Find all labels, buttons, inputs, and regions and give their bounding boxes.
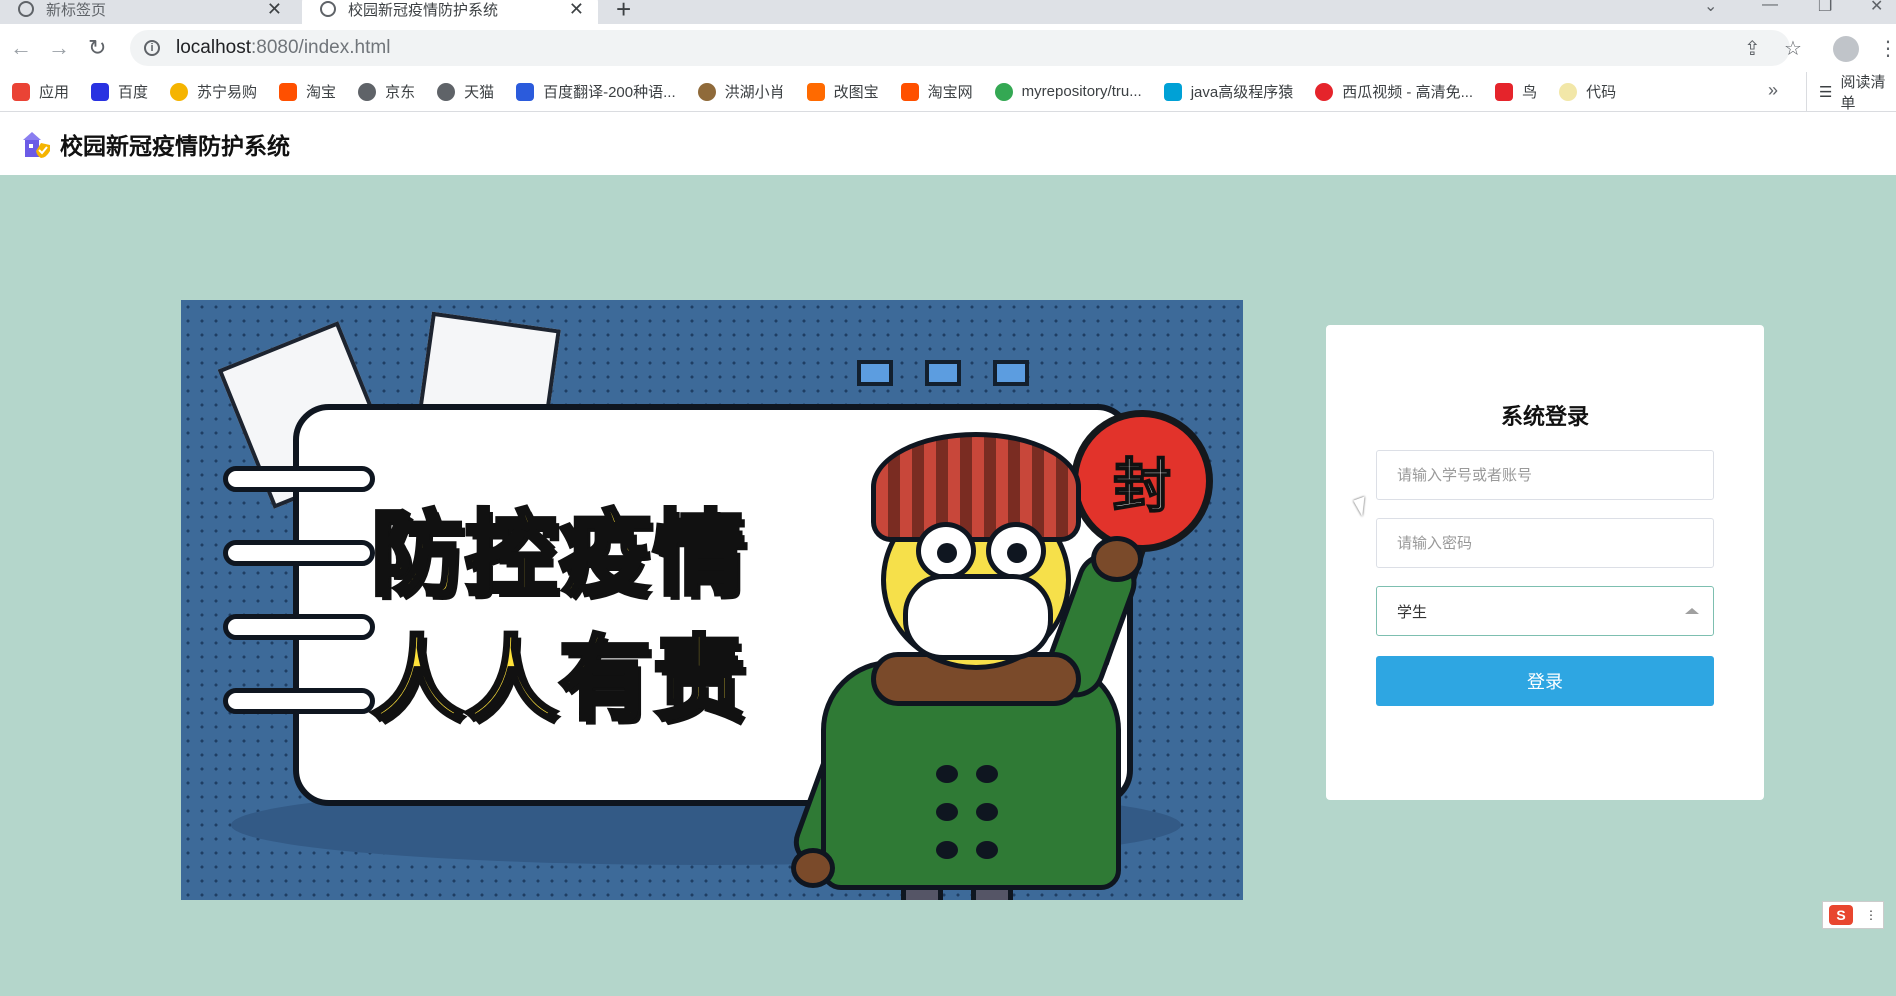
share-icon[interactable]: ⇪	[1744, 36, 1761, 61]
close-icon[interactable]: ✕	[267, 0, 282, 20]
app-title: 校园新冠疫情防护系统	[60, 132, 290, 159]
bookmark-item[interactable]: 京东	[358, 81, 415, 102]
window-square	[993, 360, 1029, 386]
person-leg	[971, 885, 1013, 900]
tab-search-chevron-icon[interactable]: ⌄	[1704, 0, 1717, 16]
bookmark-item[interactable]: myrepository/tru...	[994, 82, 1142, 101]
address-bar[interactable]: i localhost:8080/index.html	[130, 30, 1790, 66]
maximize-icon[interactable]: ❐	[1818, 0, 1832, 16]
url-path: :8080/index.html	[251, 37, 391, 58]
bookmark-item[interactable]: 鸟	[1495, 81, 1537, 102]
username-input[interactable]	[1376, 450, 1714, 500]
bookmark-item[interactable]: 淘宝网	[900, 81, 973, 102]
suning-icon	[170, 82, 189, 101]
bookmark-item[interactable]: 百度翻译-200种语...	[516, 81, 676, 102]
window-close-icon[interactable]: ✕	[1870, 0, 1883, 16]
role-select[interactable]: 学生	[1376, 586, 1714, 636]
browser-tab-strip: 新标签页 ✕ 校园新冠疫情防护系统 ✕ + ⌄ — ❐ ✕	[0, 0, 1896, 24]
bookmark-item[interactable]: 苏宁易购	[170, 81, 257, 102]
bookmarks-more-button[interactable]: »	[1768, 80, 1778, 101]
xigua-icon	[1315, 82, 1334, 101]
bookmark-item[interactable]: 代码	[1559, 81, 1616, 102]
bookmark-item[interactable]: 改图宝	[806, 81, 879, 102]
bookmarks-bar: 应用 百度 苏宁易购 淘宝 京东 天猫 百度翻译-200种语... 洪湖小肖 改…	[0, 72, 1896, 112]
login-title: 系统登录	[1500, 404, 1589, 429]
bookmark-item[interactable]: 洪湖小肖	[697, 81, 785, 102]
reading-list-icon: ☰	[1819, 84, 1833, 101]
caret-up-icon	[1685, 608, 1699, 614]
globe-icon	[320, 1, 336, 17]
minimize-icon[interactable]: —	[1762, 0, 1778, 14]
person-hand	[791, 848, 835, 888]
ime-toolbar[interactable]: S ⋮	[1822, 901, 1884, 929]
coat-button	[976, 765, 998, 783]
bookmark-item[interactable]: java高级程序猿	[1163, 81, 1293, 102]
bookmark-item[interactable]: 西瓜视频 - 高清免...	[1315, 81, 1473, 102]
coat-button	[936, 765, 958, 783]
forward-arrow-icon[interactable]: →	[48, 35, 70, 61]
chrome-icon	[18, 1, 34, 17]
back-arrow-icon[interactable]: ←	[10, 35, 32, 61]
app-header: 校园新冠疫情防护系统	[0, 112, 1896, 175]
coat-button	[976, 841, 998, 859]
bird-icon	[697, 82, 716, 101]
translate-icon	[516, 82, 535, 101]
taobao-icon	[900, 82, 919, 101]
profile-avatar[interactable]	[1833, 36, 1859, 62]
person-hand	[1091, 536, 1143, 582]
binder-ring	[223, 540, 375, 566]
epidemic-banner-illustration: 防控疫情 人人有责 封	[181, 300, 1243, 900]
new-tab-plus-icon[interactable]: +	[616, 0, 631, 25]
binder-ring	[223, 688, 375, 714]
bookmark-item[interactable]: 淘宝	[279, 81, 336, 102]
baidu-icon	[91, 82, 110, 101]
ime-menu-icon[interactable]: ⋮	[1865, 908, 1877, 922]
coat-button	[936, 803, 958, 821]
password-input[interactable]	[1376, 518, 1714, 568]
bookmark-item[interactable]: 天猫	[437, 81, 494, 102]
menu-kebab-icon[interactable]: ⋮	[1878, 36, 1896, 61]
browser-toolbar: ← → ↻ i localhost:8080/index.html ⇪ ☆ ⋮	[0, 24, 1896, 72]
person-hat	[871, 432, 1081, 542]
coat-button	[936, 841, 958, 859]
lockdown-sign: 封	[1071, 410, 1213, 552]
shield-house-logo-icon	[22, 129, 52, 159]
reload-icon[interactable]: ↻	[88, 35, 106, 61]
binder-ring	[223, 466, 375, 492]
bird-icon	[1495, 82, 1514, 101]
binder-ring	[223, 614, 375, 640]
login-card: 系统登录 学生 登录	[1326, 325, 1764, 800]
star-icon[interactable]: ☆	[1784, 36, 1802, 61]
bilibili-icon	[1163, 82, 1182, 101]
code-icon	[1559, 82, 1578, 101]
person-eye	[916, 522, 976, 580]
coat-button	[976, 803, 998, 821]
window-square	[857, 360, 893, 386]
apps-grid-icon	[12, 82, 30, 101]
sogou-ime-icon: S	[1829, 905, 1853, 925]
close-icon[interactable]: ✕	[569, 0, 584, 20]
person-leg	[901, 885, 943, 900]
globe-icon	[358, 82, 377, 101]
taobao-icon	[279, 82, 298, 101]
slogan-line-1: 防控疫情	[369, 499, 748, 610]
tab-label: 校园新冠疫情防护系统	[348, 1, 499, 19]
slogan-line-2: 人人有责	[369, 624, 748, 735]
bookmark-item[interactable]: 百度	[91, 81, 148, 102]
info-icon[interactable]: i	[144, 40, 160, 56]
role-selected-value: 学生	[1397, 603, 1428, 621]
bookmark-item[interactable]: 应用	[12, 81, 69, 102]
person-face-mask	[903, 574, 1053, 660]
globe-icon	[437, 82, 456, 101]
window-square	[925, 360, 961, 386]
tab-active[interactable]: 校园新冠疫情防护系统 ✕	[302, 0, 598, 24]
login-button[interactable]: 登录	[1376, 656, 1714, 706]
reading-list-button[interactable]: ☰ 阅读清单	[1806, 72, 1896, 112]
url-host: localhost	[176, 37, 251, 58]
gaitubao-icon	[806, 82, 825, 101]
chrome-icon	[994, 82, 1013, 101]
tab-label: 新标签页	[46, 1, 107, 19]
tab-new-tab[interactable]: 新标签页 ✕	[0, 0, 296, 24]
person-eye	[986, 522, 1046, 580]
